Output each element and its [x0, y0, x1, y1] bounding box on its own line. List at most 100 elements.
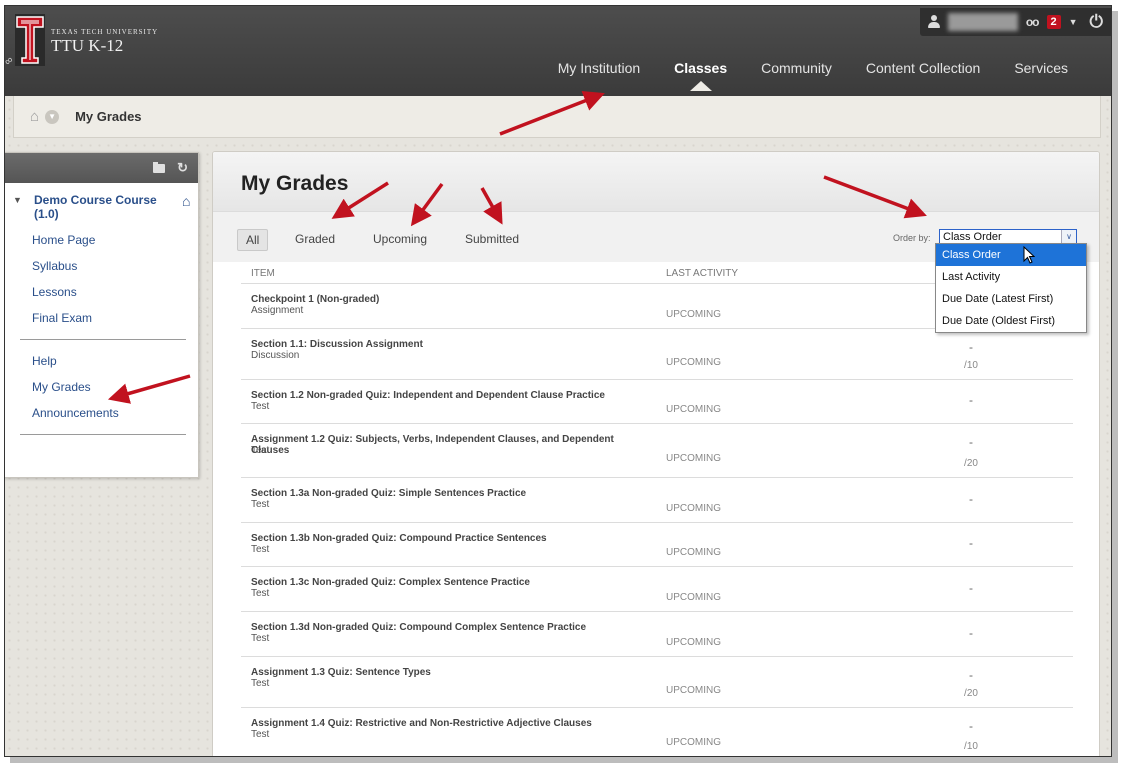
points-possible: /20: [964, 688, 978, 699]
table-row[interactable]: Assignment 1.2 Quiz: Subjects, Verbs, In…: [241, 424, 1073, 478]
item-name[interactable]: Section 1.3d Non-graded Quiz: Compound C…: [251, 622, 641, 633]
home-icon[interactable]: ⌂: [30, 108, 39, 125]
item-type: Test: [251, 499, 270, 510]
grades-panel: My Grades All Graded Upcoming Submitted …: [212, 151, 1100, 756]
item-name[interactable]: Section 1.3a Non-graded Quiz: Simple Sen…: [251, 488, 641, 499]
column-header-last-activity[interactable]: LAST ACTIVITY: [666, 268, 738, 279]
grade-value: -: [969, 492, 973, 506]
user-menu[interactable]: oo 2 ▼ ⏻: [919, 8, 1111, 36]
sidebar-item-syllabus[interactable]: Syllabus: [5, 253, 198, 279]
top-header: TEXAS TECH UNIVERSITY TTU K-12 ∞ oo 2 ▼ …: [5, 6, 1111, 96]
last-activity-status: UPCOMING: [666, 309, 721, 320]
table-row[interactable]: Section 1.3a Non-graded Quiz: Simple Sen…: [241, 478, 1073, 523]
item-type: Test: [251, 729, 270, 740]
item-type: Test: [251, 401, 270, 412]
user-name-redacted[interactable]: [947, 13, 1018, 31]
table-row[interactable]: Section 1.3d Non-graded Quiz: Compound C…: [241, 612, 1073, 657]
item-name[interactable]: Section 1.1: Discussion Assignment: [251, 339, 641, 350]
item-name[interactable]: Assignment 1.3 Quiz: Sentence Types: [251, 667, 641, 678]
power-icon[interactable]: ⏻: [1090, 12, 1103, 32]
table-row[interactable]: Section 1.1: Discussion Assignment Discus…: [241, 329, 1073, 380]
filter-submitted[interactable]: Submitted: [457, 229, 527, 249]
column-header-item[interactable]: ITEM: [251, 268, 275, 279]
order-option-last-activity[interactable]: Last Activity: [936, 266, 1086, 288]
tab-services[interactable]: Services: [997, 61, 1085, 89]
glasses-icon[interactable]: oo: [1026, 15, 1040, 29]
last-activity-status: UPCOMING: [666, 737, 721, 748]
item-name[interactable]: Assignment 1.2 Quiz: Subjects, Verbs, In…: [251, 434, 641, 456]
grade-value: -: [969, 435, 973, 449]
grade-value: -: [969, 536, 973, 550]
last-activity-status: UPCOMING: [666, 453, 721, 464]
tab-content-collection[interactable]: Content Collection: [849, 61, 997, 89]
breadcrumb-title: My Grades: [75, 109, 142, 124]
page-title: My Grades: [241, 172, 349, 195]
sidebar-item-lessons[interactable]: Lessons: [5, 279, 198, 305]
grade-value: -: [969, 626, 973, 640]
link-icon[interactable]: ∞: [5, 54, 16, 68]
item-name[interactable]: Section 1.3b Non-graded Quiz: Compound P…: [251, 533, 641, 544]
main-nav: My Institution Classes Community Content…: [541, 61, 1085, 91]
points-possible: /10: [964, 360, 978, 371]
item-type: Assignment: [251, 305, 304, 316]
sidebar-item-home-page[interactable]: Home Page: [5, 227, 198, 253]
browser-viewport: TEXAS TECH UNIVERSITY TTU K-12 ∞ oo 2 ▼ …: [4, 5, 1112, 757]
filter-graded[interactable]: Graded: [287, 229, 343, 249]
screenshot-frame: TEXAS TECH UNIVERSITY TTU K-12 ∞ oo 2 ▼ …: [0, 0, 1134, 782]
table-row[interactable]: Section 1.3c Non-graded Quiz: Complex Se…: [241, 567, 1073, 612]
grade-value: -: [969, 393, 973, 407]
item-name[interactable]: Section 1.2 Non-graded Quiz: Independent…: [251, 390, 641, 401]
folder-icon[interactable]: [153, 161, 166, 173]
sidebar-divider: [20, 339, 186, 340]
order-option-due-oldest[interactable]: Due Date (Oldest First): [936, 310, 1086, 332]
filter-upcoming[interactable]: Upcoming: [365, 229, 435, 249]
caret-down-icon[interactable]: ▼: [13, 195, 22, 205]
item-name[interactable]: Checkpoint 1 (Non-graded): [251, 294, 641, 305]
user-icon[interactable]: [927, 15, 940, 29]
course-title[interactable]: Demo Course Course (1.0): [34, 193, 164, 221]
chevron-down-icon[interactable]: ▼: [45, 109, 60, 124]
item-type: Test: [251, 445, 270, 456]
sidebar-item-final-exam[interactable]: Final Exam: [5, 305, 198, 331]
item-type: Test: [251, 678, 270, 689]
grades-table: ITEM LAST ACTIVITY Checkpoint 1 (Non-gra…: [241, 262, 1073, 756]
order-option-class-order[interactable]: Class Order: [936, 244, 1086, 266]
item-name[interactable]: Section 1.3c Non-graded Quiz: Complex Se…: [251, 577, 641, 588]
course-menu-header: ↻: [5, 153, 198, 183]
order-option-due-latest[interactable]: Due Date (Latest First): [936, 288, 1086, 310]
last-activity-status: UPCOMING: [666, 685, 721, 696]
course-menu: ↻ ▼ Demo Course Course (1.0) ⌂ Home Page…: [5, 152, 199, 478]
breadcrumb: ⌂ ▼ My Grades: [13, 96, 1101, 138]
table-row[interactable]: Section 1.2 Non-graded Quiz: Independent…: [241, 380, 1073, 424]
filter-all[interactable]: All: [237, 229, 269, 251]
points-possible: /20: [964, 458, 978, 469]
table-row[interactable]: Assignment 1.3 Quiz: Sentence Types Test U…: [241, 657, 1073, 708]
double-t-logo-icon[interactable]: [15, 14, 45, 66]
sidebar-item-announcements[interactable]: Announcements: [5, 400, 198, 426]
logo-subtitle: TEXAS TECH UNIVERSITY: [51, 28, 159, 36]
tab-community[interactable]: Community: [744, 61, 849, 89]
logo-title[interactable]: TTU K-12: [51, 36, 123, 56]
course-home-icon[interactable]: ⌂: [182, 193, 190, 209]
item-type: Test: [251, 544, 270, 555]
chevron-down-icon[interactable]: ∨: [1061, 230, 1076, 244]
last-activity-status: UPCOMING: [666, 404, 721, 415]
order-by-dropdown: Class Order Last Activity Due Date (Late…: [935, 243, 1087, 333]
grade-value: -: [969, 340, 973, 354]
item-name[interactable]: Assignment 1.4 Quiz: Restrictive and Non…: [251, 718, 641, 729]
tab-my-institution[interactable]: My Institution: [541, 61, 657, 89]
last-activity-status: UPCOMING: [666, 547, 721, 558]
points-possible: /10: [964, 741, 978, 752]
order-by-label: Order by:: [893, 233, 931, 243]
sidebar-item-help[interactable]: Help: [5, 348, 198, 374]
notification-badge[interactable]: 2: [1046, 15, 1061, 29]
last-activity-status: UPCOMING: [666, 357, 721, 368]
chevron-down-icon[interactable]: ▼: [1069, 17, 1078, 27]
table-row[interactable]: Section 1.3b Non-graded Quiz: Compound P…: [241, 523, 1073, 567]
sidebar-item-my-grades[interactable]: My Grades: [5, 374, 198, 400]
grade-value: -: [969, 581, 973, 595]
tab-classes[interactable]: Classes: [657, 61, 744, 91]
table-row[interactable]: Assignment 1.4 Quiz: Restrictive and Non…: [241, 708, 1073, 756]
item-type: Test: [251, 588, 270, 599]
refresh-icon[interactable]: ↻: [177, 160, 188, 176]
